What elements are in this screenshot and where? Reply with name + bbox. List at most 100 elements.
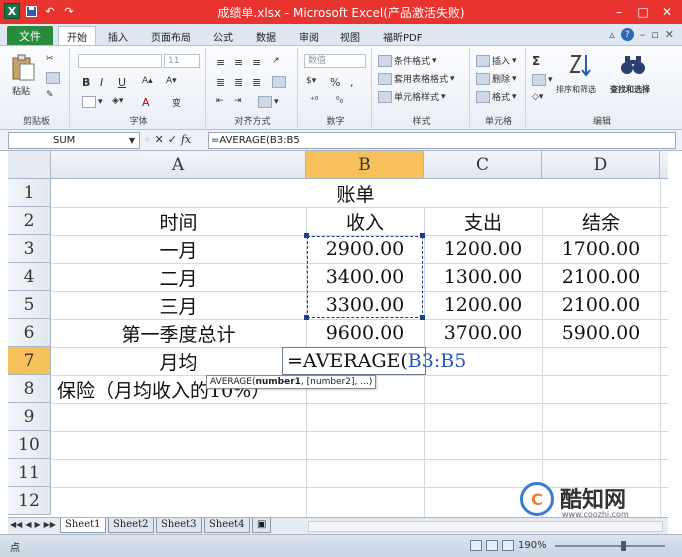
copy-icon[interactable]: [46, 72, 60, 84]
active-edit-cell[interactable]: =AVERAGE(B3:B5: [282, 347, 466, 375]
delete-cells-button[interactable]: 删除 ▾: [476, 72, 517, 85]
sheet-tab-sheet4[interactable]: Sheet4: [204, 518, 250, 533]
minimize-button[interactable]: –: [608, 2, 630, 21]
row-header-7[interactable]: 7: [8, 347, 51, 375]
conditional-format-button[interactable]: 条件格式 ▾: [378, 54, 437, 67]
sheet-tab-sheet1[interactable]: Sheet1: [60, 518, 106, 533]
tab-file[interactable]: 文件: [7, 26, 53, 45]
row-header-12[interactable]: 12: [8, 487, 51, 515]
tab-review[interactable]: 审阅: [299, 27, 319, 46]
row-header-3[interactable]: 3: [8, 235, 51, 263]
column-header-a[interactable]: A: [51, 151, 306, 179]
wrap-text-icon[interactable]: [272, 76, 286, 88]
prev-sheet-icon[interactable]: ◀: [25, 520, 31, 529]
table-cell[interactable]: 1700.00: [542, 235, 660, 263]
currency-icon[interactable]: $▾: [306, 76, 316, 86]
zoom-slider[interactable]: [555, 545, 665, 547]
table-cell[interactable]: 1200.00: [424, 291, 542, 319]
fill-color-icon[interactable]: ◈▾: [112, 96, 123, 106]
table-cell[interactable]: 3700.00: [424, 319, 542, 347]
table-cell[interactable]: 1200.00: [424, 235, 542, 263]
align-bottom-icon[interactable]: ≡: [252, 56, 261, 69]
cell-styles-button[interactable]: 单元格样式 ▾: [378, 90, 446, 103]
row-header-1[interactable]: 1: [8, 179, 51, 207]
cancel-formula-button[interactable]: ✕: [155, 133, 164, 146]
comma-button[interactable]: ,: [350, 76, 354, 89]
align-center-icon[interactable]: ≣: [234, 76, 243, 89]
first-sheet-icon[interactable]: ◀◀: [10, 520, 22, 529]
orientation-icon[interactable]: ↗: [272, 56, 280, 66]
next-sheet-icon[interactable]: ▶: [34, 520, 40, 529]
paste-icon[interactable]: [10, 54, 36, 81]
merge-center-icon[interactable]: ▾: [258, 96, 279, 108]
increase-decimal-icon[interactable]: ⁺⁰: [310, 96, 318, 106]
workbook-restore-icon[interactable]: ▫: [651, 28, 658, 41]
format-painter-icon[interactable]: ✎: [46, 90, 54, 100]
row-header-11[interactable]: 11: [8, 459, 51, 487]
table-cell[interactable]: 2100.00: [542, 263, 660, 291]
format-as-table-button[interactable]: 套用表格格式 ▾: [378, 72, 455, 85]
close-button[interactable]: ✕: [656, 2, 678, 21]
row-header-5[interactable]: 5: [8, 291, 51, 319]
table-cell[interactable]: 一月: [51, 235, 306, 263]
last-sheet-icon[interactable]: ▶▶: [44, 520, 56, 529]
row-header-4[interactable]: 4: [8, 263, 51, 291]
function-tooltip[interactable]: AVERAGE(number1, [number2], ...): [206, 375, 377, 389]
tab-formulas[interactable]: 公式: [213, 27, 233, 46]
fill-icon[interactable]: ▾: [532, 74, 553, 86]
name-box[interactable]: SUM ▼: [8, 132, 140, 149]
header-balance-cell[interactable]: 结余: [542, 207, 660, 235]
row-header-8[interactable]: 8: [8, 375, 51, 403]
font-color-button[interactable]: A: [142, 96, 150, 109]
select-all-corner[interactable]: [8, 151, 51, 179]
tab-view[interactable]: 视图: [340, 27, 360, 46]
sort-filter-icon[interactable]: [568, 52, 594, 78]
phonetic-button[interactable]: 变: [172, 96, 181, 109]
zoom-level[interactable]: 190%: [518, 540, 547, 551]
normal-view-icon[interactable]: [470, 540, 482, 551]
column-header-c[interactable]: C: [424, 151, 542, 179]
formula-input[interactable]: =AVERAGE(B3:B5: [208, 132, 676, 149]
table-cell[interactable]: 二月: [51, 263, 306, 291]
italic-button[interactable]: I: [100, 76, 103, 89]
row-header-9[interactable]: 9: [8, 403, 51, 431]
sheet-tab-sheet2[interactable]: Sheet2: [108, 518, 154, 533]
header-income-cell[interactable]: 收入: [306, 207, 424, 235]
workbook-minimize-icon[interactable]: –: [640, 28, 646, 41]
table-cell[interactable]: 5900.00: [542, 319, 660, 347]
sort-filter-button[interactable]: 排序和筛选: [556, 84, 596, 95]
row-header-6[interactable]: 6: [8, 319, 51, 347]
borders-button[interactable]: ▾: [82, 96, 103, 108]
enter-formula-button[interactable]: ✓: [168, 133, 177, 146]
cut-icon[interactable]: ✂: [46, 54, 54, 64]
increase-indent-icon[interactable]: ⇥: [234, 96, 242, 106]
insert-cells-button[interactable]: 插入 ▾: [476, 54, 517, 67]
column-header-d[interactable]: D: [542, 151, 660, 179]
selection-handle[interactable]: [420, 315, 425, 320]
font-size-combo[interactable]: 11: [164, 54, 200, 68]
table-cell[interactable]: 2100.00: [542, 291, 660, 319]
row-header-2[interactable]: 2: [8, 207, 51, 235]
table-cell[interactable]: 三月: [51, 291, 306, 319]
tab-home[interactable]: 开始: [58, 26, 96, 45]
page-layout-view-icon[interactable]: [486, 540, 498, 551]
font-name-combo[interactable]: [78, 54, 162, 68]
underline-button[interactable]: U: [118, 76, 126, 89]
align-right-icon[interactable]: ≣: [252, 76, 261, 89]
page-break-view-icon[interactable]: [502, 540, 514, 551]
sheet-title-cell[interactable]: 账单: [51, 179, 660, 207]
row7-label-cell[interactable]: 月均: [51, 347, 306, 375]
column-header-b[interactable]: B: [306, 151, 424, 179]
percent-button[interactable]: %: [330, 76, 340, 89]
decrease-decimal-icon[interactable]: ⁰₀: [336, 96, 343, 106]
insert-sheet-icon[interactable]: ▣: [252, 518, 272, 533]
grow-font-icon[interactable]: A▴: [142, 76, 153, 86]
shrink-font-icon[interactable]: A▾: [166, 76, 177, 86]
selection-handle[interactable]: [304, 233, 309, 238]
number-format-combo[interactable]: 数值: [304, 54, 366, 68]
paste-button[interactable]: 粘贴: [12, 84, 30, 97]
header-time-cell[interactable]: 时间: [51, 207, 306, 235]
insert-function-button[interactable]: fx: [181, 133, 191, 146]
bold-button[interactable]: B: [82, 76, 90, 89]
find-binoculars-icon[interactable]: [620, 52, 646, 78]
